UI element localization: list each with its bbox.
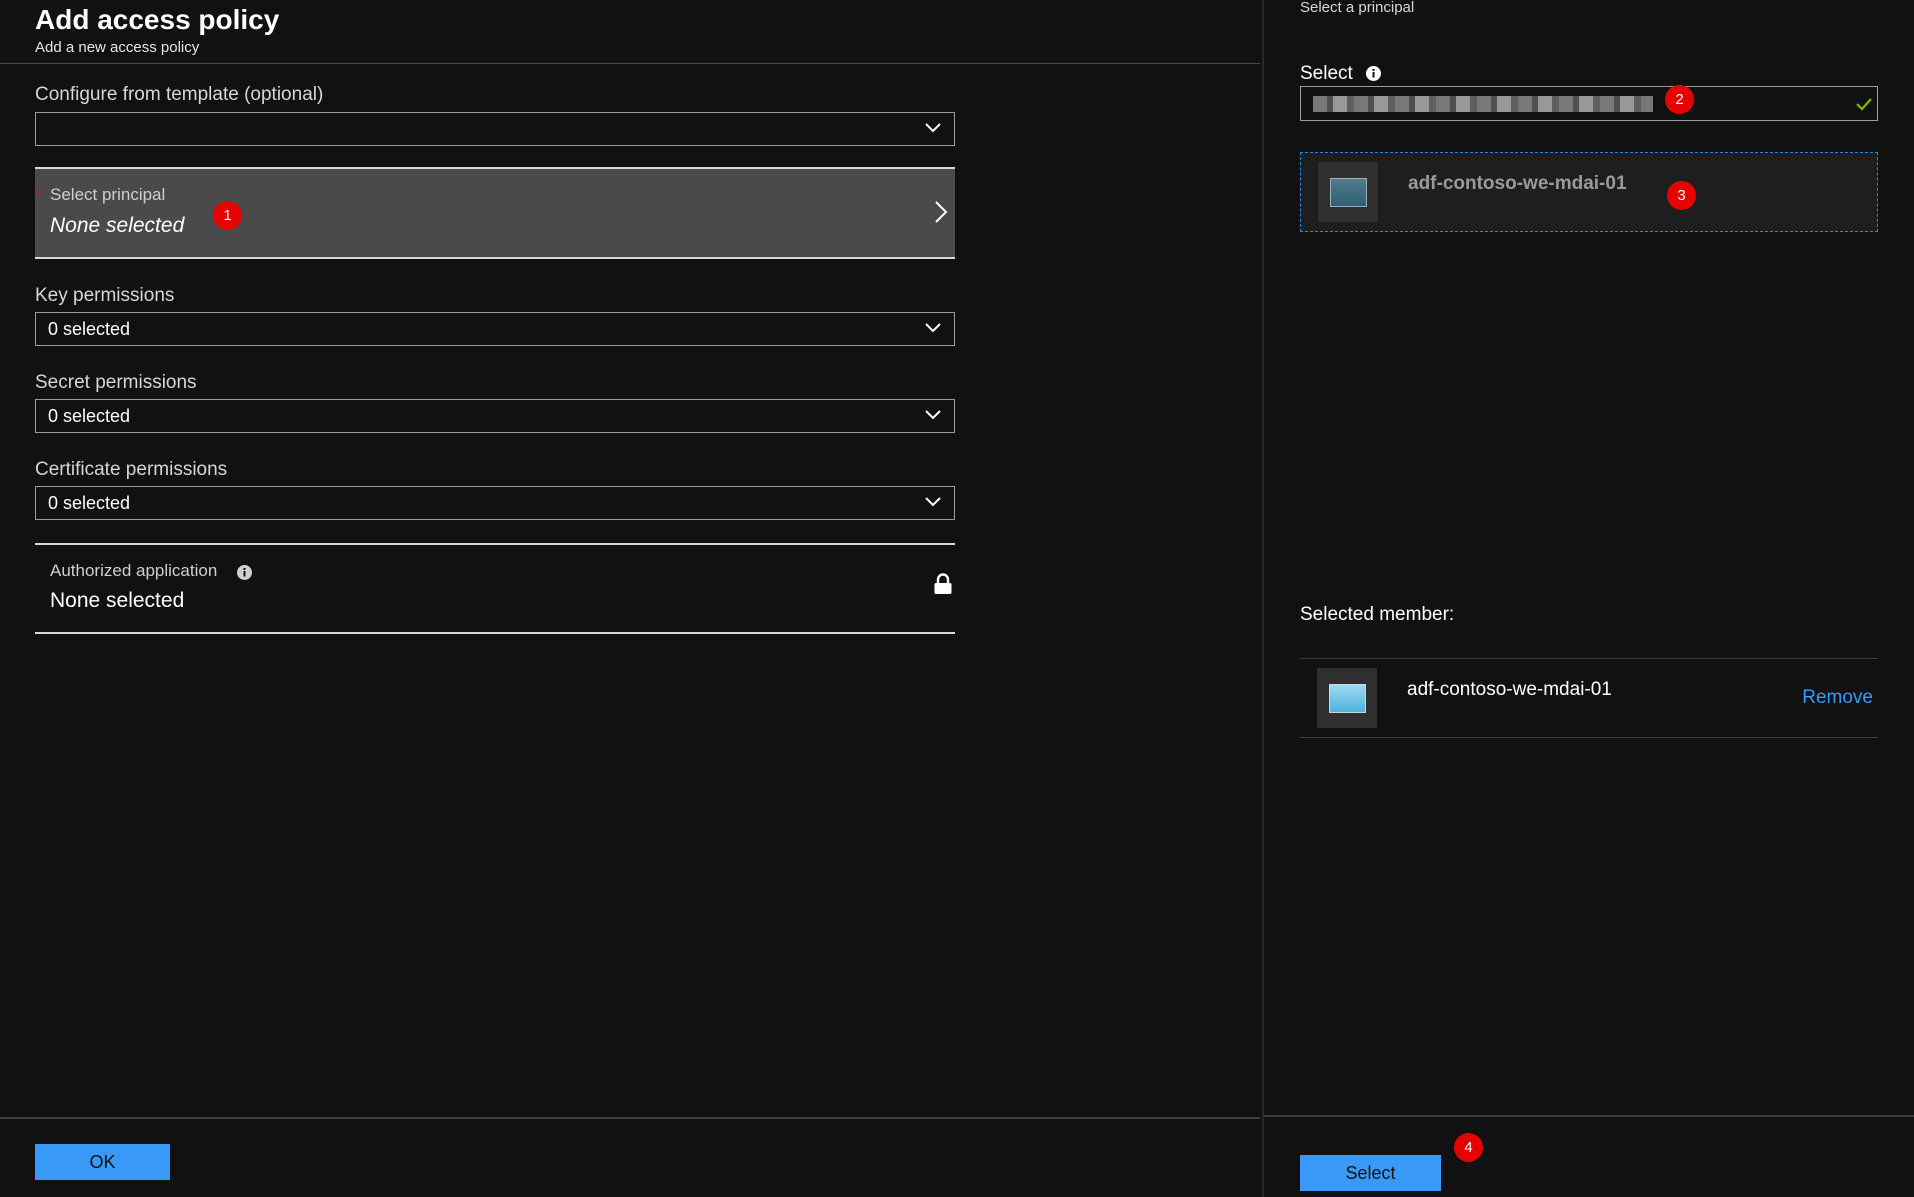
step-badge-4: 4	[1454, 1133, 1483, 1162]
remove-member-link[interactable]: Remove	[1802, 687, 1873, 709]
template-dropdown[interactable]	[35, 112, 955, 146]
select-label-text: Select	[1300, 63, 1353, 84]
info-icon[interactable]	[1366, 66, 1382, 82]
principal-value: None selected	[50, 214, 185, 237]
key-permissions-value: 0 selected	[48, 319, 131, 339]
page-title: Add access policy	[35, 4, 280, 35]
ok-button[interactable]: OK	[35, 1144, 170, 1180]
authorized-application-field: Authorized application None selected	[35, 543, 955, 634]
principal-search-input[interactable]	[1300, 86, 1878, 121]
step-badge-2: 2	[1665, 85, 1694, 114]
result-name: adf-contoso-we-mdai-01	[1408, 173, 1627, 194]
principal-label: Select principal	[50, 185, 166, 204]
blade-title: Select a principal	[1300, 0, 1415, 16]
search-result-item[interactable]: adf-contoso-we-mdai-01	[1300, 152, 1878, 232]
app-window-icon	[1317, 668, 1377, 728]
required-asterisk: *	[37, 186, 43, 202]
chevron-right-icon	[935, 201, 948, 223]
chevron-down-icon	[925, 323, 941, 333]
info-icon[interactable]	[237, 565, 252, 580]
secret-permissions-value: 0 selected	[48, 406, 131, 426]
template-label: Configure from template (optional)	[35, 84, 324, 105]
certificate-permissions-dropdown[interactable]: 0 selected	[35, 486, 955, 520]
step-badge-3: 3	[1667, 181, 1696, 210]
member-name: adf-contoso-we-mdai-01	[1407, 679, 1612, 700]
select-principal-blade: Select a principal Select adf-contoso-we…	[1262, 0, 1914, 1197]
footer-divider	[1264, 1115, 1914, 1117]
certificate-permissions-value: 0 selected	[48, 493, 131, 513]
select-label: Select	[1300, 63, 1382, 85]
lock-icon	[934, 573, 952, 594]
authorized-application-label: Authorized application	[50, 561, 218, 580]
key-permissions-label: Key permissions	[35, 285, 175, 306]
app-window-icon	[1318, 162, 1378, 222]
authorized-application-value: None selected	[50, 589, 185, 612]
header-divider	[0, 63, 1260, 64]
select-button[interactable]: Select	[1300, 1155, 1441, 1191]
selected-member-heading: Selected member:	[1300, 604, 1455, 625]
obscured-search-text	[1313, 96, 1653, 112]
add-access-policy-blade: Add access policy Add a new access polic…	[0, 0, 1260, 1197]
key-permissions-dropdown[interactable]: 0 selected	[35, 312, 955, 346]
selected-member-row: adf-contoso-we-mdai-01 Remove	[1300, 658, 1878, 738]
certificate-permissions-label: Certificate permissions	[35, 459, 228, 480]
checkmark-icon	[1856, 98, 1872, 111]
footer-divider	[0, 1117, 1260, 1119]
chevron-down-icon	[925, 123, 941, 133]
chevron-down-icon	[925, 410, 941, 420]
page-subtitle: Add a new access policy	[35, 39, 200, 56]
select-principal-button[interactable]: * Select principal None selected	[35, 167, 955, 259]
chevron-down-icon	[925, 497, 941, 507]
step-badge-1: 1	[213, 201, 242, 230]
secret-permissions-dropdown[interactable]: 0 selected	[35, 399, 955, 433]
secret-permissions-label: Secret permissions	[35, 372, 197, 393]
